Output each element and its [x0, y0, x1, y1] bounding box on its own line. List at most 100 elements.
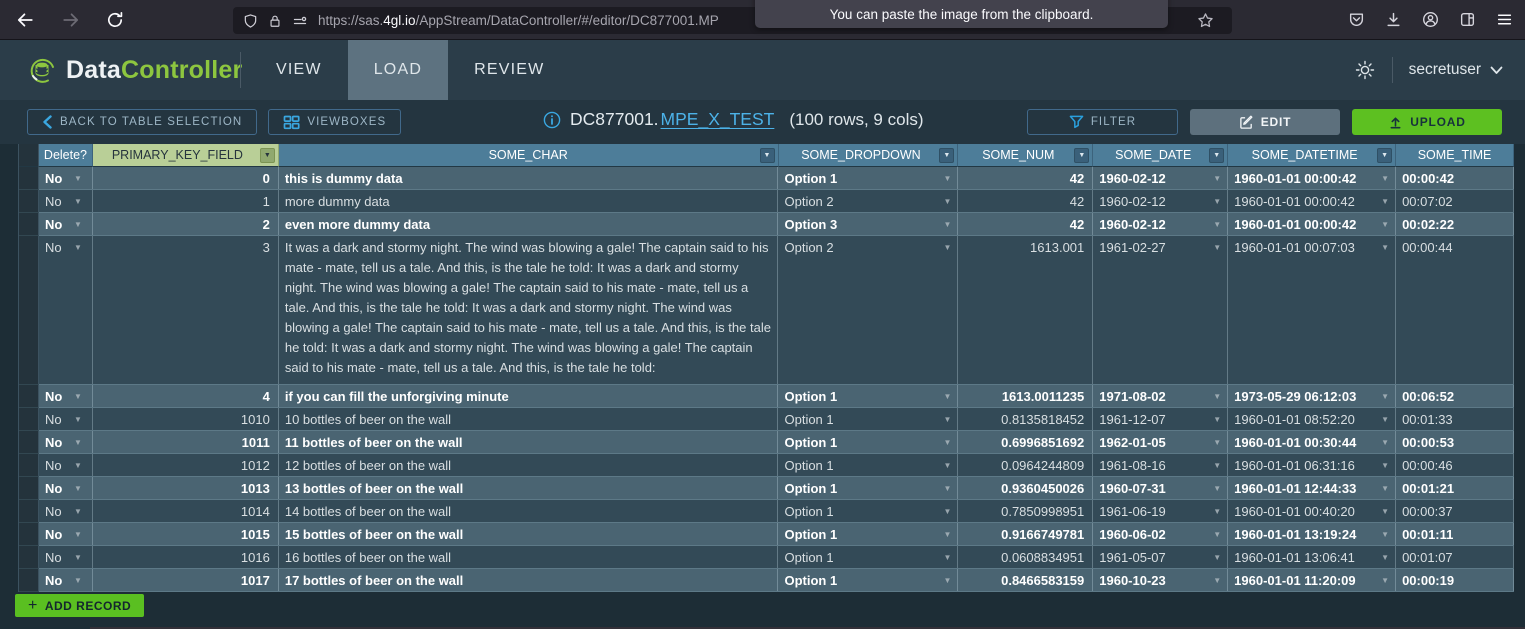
dropdown-arrow-icon[interactable]: ▼ — [1381, 192, 1389, 211]
dropdown-arrow-icon[interactable]: ▼ — [1213, 502, 1221, 521]
some-num-cell[interactable]: 42 — [958, 213, 1093, 235]
tab-view[interactable]: VIEW — [250, 40, 348, 100]
primary-key-cell[interactable]: 0 — [93, 167, 279, 189]
some-time-cell[interactable]: 00:01:21 — [1396, 477, 1514, 499]
dropdown-arrow-icon[interactable]: ▼ — [1213, 456, 1221, 475]
back-icon[interactable] — [16, 11, 34, 29]
some-date-cell[interactable]: 1962-01-05▼ — [1093, 431, 1228, 453]
dropdown-arrow-icon[interactable]: ▼ — [943, 238, 951, 257]
delete-cell[interactable]: No▼ — [39, 408, 93, 430]
some-dropdown-cell[interactable]: Option 1▼ — [778, 385, 958, 407]
downloads-icon[interactable] — [1385, 11, 1402, 28]
dropdown-arrow-icon[interactable]: ▼ — [1381, 525, 1389, 544]
column-header-delete[interactable]: Delete? — [39, 144, 93, 167]
tracking-shield-icon[interactable] — [243, 13, 258, 29]
primary-key-cell[interactable]: 1011 — [93, 431, 279, 453]
menu-icon[interactable] — [1496, 11, 1513, 28]
lock-icon[interactable] — [268, 13, 282, 29]
some-num-cell[interactable]: 0.7850998951 — [958, 500, 1093, 522]
some-time-cell[interactable]: 00:00:42 — [1396, 167, 1514, 189]
some-datetime-cell[interactable]: 1960-01-01 06:31:16▼ — [1228, 454, 1396, 476]
dropdown-arrow-icon[interactable]: ▼ — [74, 548, 82, 567]
dropdown-arrow-icon[interactable]: ▼ — [1213, 479, 1221, 498]
some-datetime-cell[interactable]: 1973-05-29 06:12:03▼ — [1228, 385, 1396, 407]
some-datetime-cell[interactable]: 1960-01-01 00:00:42▼ — [1228, 190, 1396, 212]
datacontroller-logo[interactable]: DataController — [26, 54, 242, 86]
dropdown-arrow-icon[interactable]: ▼ — [943, 525, 951, 544]
dropdown-arrow-icon[interactable]: ▼ — [943, 456, 951, 475]
some-dropdown-cell[interactable]: Option 1▼ — [778, 431, 958, 453]
dropdown-arrow-icon[interactable]: ▼ — [1213, 192, 1221, 211]
some-datetime-cell[interactable]: 1960-01-01 12:44:33▼ — [1228, 477, 1396, 499]
viewboxes-button[interactable]: VIEWBOXES — [268, 109, 401, 135]
some-char-cell[interactable]: 17 bottles of beer on the wall — [279, 569, 779, 591]
some-dropdown-cell[interactable]: Option 1▼ — [778, 500, 958, 522]
primary-key-cell[interactable]: 1015 — [93, 523, 279, 545]
column-header-some-datetime[interactable]: SOME_DATETIME▼ — [1228, 144, 1396, 167]
some-char-cell[interactable]: this is dummy data — [279, 167, 779, 189]
dropdown-arrow-icon[interactable]: ▼ — [1381, 502, 1389, 521]
some-datetime-cell[interactable]: 1960-01-01 08:52:20▼ — [1228, 408, 1396, 430]
some-datetime-cell[interactable]: 1960-01-01 11:20:09▼ — [1228, 569, 1396, 591]
some-datetime-cell[interactable]: 1960-01-01 13:06:41▼ — [1228, 546, 1396, 568]
primary-key-cell[interactable]: 2 — [93, 213, 279, 235]
primary-key-cell[interactable]: 1012 — [93, 454, 279, 476]
dropdown-arrow-icon[interactable]: ▼ — [943, 479, 951, 498]
firefox-view-icon[interactable] — [1459, 11, 1476, 28]
some-char-cell[interactable]: 15 bottles of beer on the wall — [279, 523, 779, 545]
some-time-cell[interactable]: 00:02:22 — [1396, 213, 1514, 235]
dropdown-arrow-icon[interactable]: ▼ — [74, 525, 82, 544]
primary-key-cell[interactable]: 1014 — [93, 500, 279, 522]
dropdown-arrow-icon[interactable]: ▼ — [1213, 387, 1221, 406]
dropdown-arrow-icon[interactable]: ▼ — [1381, 238, 1389, 257]
delete-cell[interactable]: No▼ — [39, 385, 93, 407]
dropdown-arrow-icon[interactable]: ▼ — [1213, 525, 1221, 544]
dropdown-arrow-icon[interactable]: ▼ — [943, 571, 951, 590]
some-time-cell[interactable]: 00:01:07 — [1396, 546, 1514, 568]
column-header-primary-key-field[interactable]: PRIMARY_KEY_FIELD▼ — [93, 144, 279, 167]
column-header-some-num[interactable]: SOME_NUM▼ — [958, 144, 1093, 167]
some-date-cell[interactable]: 1961-06-19▼ — [1093, 500, 1228, 522]
delete-cell[interactable]: No▼ — [39, 167, 93, 189]
dropdown-arrow-icon[interactable]: ▼ — [1213, 433, 1221, 452]
some-num-cell[interactable]: 1613.0011235 — [958, 385, 1093, 407]
some-num-cell[interactable]: 0.6996851692 — [958, 431, 1093, 453]
some-char-cell[interactable]: 13 bottles of beer on the wall — [279, 477, 779, 499]
tab-review[interactable]: REVIEW — [448, 40, 570, 100]
dropdown-arrow-icon[interactable]: ▼ — [1213, 410, 1221, 429]
tab-load[interactable]: LOAD — [348, 40, 448, 100]
upload-button[interactable]: UPLOAD — [1352, 109, 1502, 135]
some-char-cell[interactable]: 10 bottles of beer on the wall — [279, 408, 779, 430]
delete-cell[interactable]: No▼ — [39, 500, 93, 522]
some-dropdown-cell[interactable]: Option 3▼ — [778, 213, 958, 235]
column-header-some-char[interactable]: SOME_CHAR▼ — [279, 144, 779, 167]
some-date-cell[interactable]: 1961-08-16▼ — [1093, 454, 1228, 476]
dropdown-arrow-icon[interactable]: ▼ — [943, 169, 951, 188]
some-datetime-cell[interactable]: 1960-01-01 00:00:42▼ — [1228, 167, 1396, 189]
delete-cell[interactable]: No▼ — [39, 236, 93, 384]
dropdown-arrow-icon[interactable]: ▼ — [1381, 387, 1389, 406]
some-date-cell[interactable]: 1960-02-12▼ — [1093, 190, 1228, 212]
forward-icon[interactable] — [62, 11, 80, 29]
some-dropdown-cell[interactable]: Option 1▼ — [778, 523, 958, 545]
dropdown-arrow-icon[interactable]: ▼ — [943, 192, 951, 211]
filter-dropdown-icon[interactable]: ▼ — [1377, 148, 1392, 163]
delete-cell[interactable]: No▼ — [39, 431, 93, 453]
table-name-link[interactable]: MPE_X_TEST — [661, 109, 775, 130]
dropdown-arrow-icon[interactable]: ▼ — [74, 238, 82, 257]
primary-key-cell[interactable]: 1017 — [93, 569, 279, 591]
reload-icon[interactable] — [106, 11, 124, 29]
column-header-some-date[interactable]: SOME_DATE▼ — [1093, 144, 1228, 167]
some-date-cell[interactable]: 1960-07-31▼ — [1093, 477, 1228, 499]
some-time-cell[interactable]: 00:00:19 — [1396, 569, 1514, 591]
some-dropdown-cell[interactable]: Option 1▼ — [778, 477, 958, 499]
user-menu[interactable]: secretuser — [1409, 61, 1503, 79]
dropdown-arrow-icon[interactable]: ▼ — [74, 502, 82, 521]
dropdown-arrow-icon[interactable]: ▼ — [1213, 238, 1221, 257]
dropdown-arrow-icon[interactable]: ▼ — [1381, 433, 1389, 452]
primary-key-cell[interactable]: 1 — [93, 190, 279, 212]
delete-cell[interactable]: No▼ — [39, 477, 93, 499]
some-char-cell[interactable]: 11 bottles of beer on the wall — [279, 431, 779, 453]
dropdown-arrow-icon[interactable]: ▼ — [1381, 169, 1389, 188]
dropdown-arrow-icon[interactable]: ▼ — [943, 502, 951, 521]
